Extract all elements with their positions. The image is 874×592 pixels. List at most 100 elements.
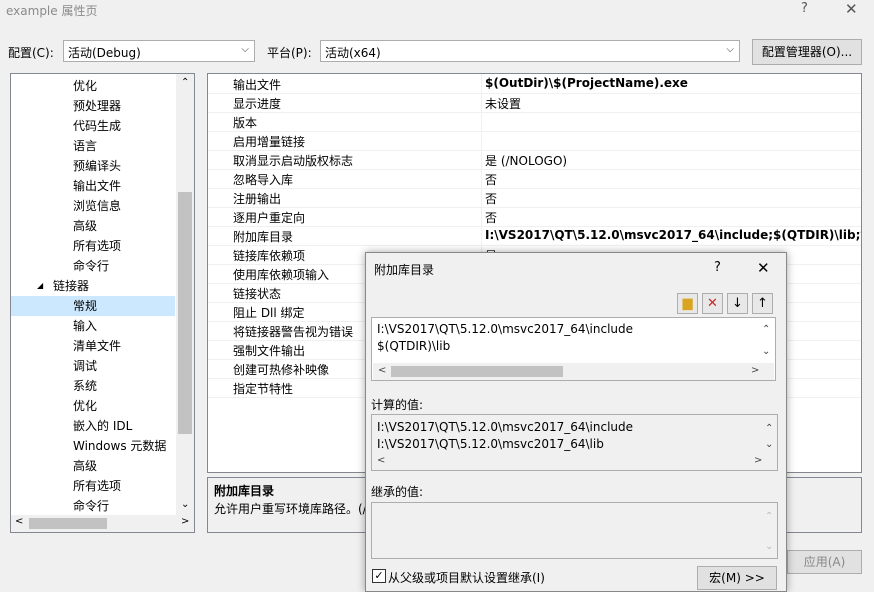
property-row[interactable]: 输出文件 $(OutDir)\$(ProjectName).exe: [208, 74, 861, 94]
tree-item-label: 预处理器: [73, 99, 122, 113]
property-value[interactable]: 是 (/NOLOGO): [485, 152, 567, 169]
tree-item-label: 优化: [73, 399, 98, 413]
tree-hscroll-thumb[interactable]: [29, 518, 107, 529]
scroll-down-icon[interactable]: ⌄: [765, 439, 773, 450]
tree-item[interactable]: 浏览信息: [11, 196, 175, 216]
scroll-right-icon[interactable]: >: [754, 455, 762, 466]
macro-button[interactable]: 宏(M) >>: [697, 566, 777, 590]
property-name: 显示进度: [233, 97, 282, 111]
scroll-right-icon[interactable]: >: [181, 516, 189, 527]
column-divider: [481, 188, 482, 207]
scroll-left-icon[interactable]: <: [15, 516, 23, 527]
scroll-down-icon[interactable]: ⌄: [181, 499, 189, 510]
scroll-left-icon[interactable]: <: [377, 455, 385, 466]
property-tree: 优化 预处理器 代码生成 语言 预编译头 输出文件 浏览信息 高级 所有选项 命令行 ◢ 链接器 常规输…: [10, 73, 195, 533]
scroll-up-icon[interactable]: ⌃: [181, 77, 189, 88]
window-title: example 属性页: [6, 4, 98, 18]
entries-list[interactable]: I:\VS2017\QT\5.12.0\msvc2017_64\include …: [371, 317, 776, 381]
tree-item[interactable]: 清单文件: [11, 336, 175, 356]
property-name: 忽略导入库: [233, 173, 294, 187]
tree-item-label: Windows 元数据: [73, 439, 167, 453]
scroll-up-icon[interactable]: ⌃: [762, 324, 770, 335]
computed-item: I:\VS2017\QT\5.12.0\msvc2017_64\lib: [377, 437, 604, 451]
tree-item[interactable]: 命令行: [11, 496, 175, 516]
tree-item[interactable]: ◢ 链接器: [11, 276, 175, 296]
property-name: 逐用户重定向: [233, 211, 306, 225]
tree-item-label: 高级: [73, 219, 98, 233]
move-up-icon[interactable]: ↑: [752, 293, 773, 314]
property-value[interactable]: 否: [485, 190, 497, 207]
tree-item[interactable]: 预编译头: [11, 156, 175, 176]
tree-vertical-scrollbar[interactable]: ⌃ ⌄: [176, 74, 194, 515]
property-row[interactable]: 逐用户重定向 否: [208, 207, 861, 227]
tree-item-label: 清单文件: [73, 339, 122, 353]
tree-scroll-thumb[interactable]: [178, 192, 192, 434]
config-dropdown[interactable]: 活动(Debug) ⌵: [63, 40, 255, 62]
entry-item[interactable]: $(QTDIR)\lib: [377, 339, 450, 353]
tree-horizontal-scrollbar[interactable]: < >: [11, 515, 194, 532]
scroll-down-icon: ⌄: [765, 541, 774, 552]
property-row[interactable]: 取消显示启动版权标志 是 (/NOLOGO): [208, 150, 861, 170]
computed-item: I:\VS2017\QT\5.12.0\msvc2017_64\include: [377, 420, 634, 434]
tree-item[interactable]: 调试: [11, 356, 175, 376]
tree-item-label: 所有选项: [73, 479, 122, 493]
tree-item[interactable]: 所有选项: [11, 236, 175, 256]
property-row[interactable]: 启用增量链接: [208, 131, 861, 151]
property-row[interactable]: 注册输出 否: [208, 188, 861, 208]
dialog-help-icon[interactable]: ?: [714, 260, 721, 275]
new-folder-icon[interactable]: ▆: [677, 293, 698, 314]
tree-item[interactable]: 命令行: [11, 256, 175, 276]
entries-hscrollbar[interactable]: < >: [373, 363, 774, 380]
scroll-up-icon[interactable]: ⌃: [765, 423, 773, 434]
delete-icon[interactable]: ✕: [702, 293, 723, 314]
tree-item[interactable]: 系统: [11, 376, 175, 396]
tree-item[interactable]: 预处理器: [11, 96, 175, 116]
move-down-icon[interactable]: ↓: [727, 293, 748, 314]
property-name: 启用增量链接: [233, 135, 306, 149]
description-title: 附加库目录: [214, 484, 275, 498]
additional-lib-dirs-dialog: 附加库目录 ? ✕ ▆ ✕ ↓ ↑ I:\VS2017\QT\5.12.0\ms…: [365, 252, 787, 592]
help-icon[interactable]: ?: [801, 1, 808, 16]
tree-item-label: 浏览信息: [73, 199, 122, 213]
scroll-up-icon: ⌃: [765, 511, 774, 522]
tree-item[interactable]: 代码生成: [11, 116, 175, 136]
tree-item[interactable]: 优化: [11, 396, 175, 416]
tree-item[interactable]: 输出文件: [11, 176, 175, 196]
property-value[interactable]: I:\VS2017\QT\5.12.0\msvc2017_64\include;…: [485, 228, 861, 242]
property-row[interactable]: 忽略导入库 否: [208, 169, 861, 189]
property-value[interactable]: 否: [485, 209, 497, 226]
property-value[interactable]: 否: [485, 171, 497, 188]
column-divider: [481, 207, 482, 226]
column-divider: [481, 226, 482, 245]
tree-item[interactable]: 嵌入的 IDL: [11, 416, 175, 436]
config-manager-button[interactable]: 配置管理器(O)...: [752, 39, 862, 65]
property-name: 附加库目录: [233, 230, 294, 244]
property-row[interactable]: 版本: [208, 112, 861, 132]
tree-item[interactable]: 语言: [11, 136, 175, 156]
inherit-checkbox[interactable]: ✓: [372, 569, 386, 583]
property-value[interactable]: $(OutDir)\$(ProjectName).exe: [485, 76, 688, 90]
entries-hscroll-thumb[interactable]: [391, 366, 563, 377]
tree-item[interactable]: 高级: [11, 216, 175, 236]
property-row[interactable]: 显示进度 未设置: [208, 93, 861, 113]
tree-item[interactable]: 优化: [11, 76, 175, 96]
expand-arrow-icon[interactable]: ◢: [37, 276, 43, 296]
platform-dropdown[interactable]: 活动(x64) ⌵: [320, 40, 740, 62]
dialog-close-icon[interactable]: ✕: [757, 259, 770, 277]
tree-item[interactable]: 所有选项: [11, 476, 175, 496]
tree-item[interactable]: 输入: [11, 316, 175, 336]
property-value[interactable]: 未设置: [485, 95, 521, 112]
scroll-right-icon[interactable]: >: [751, 365, 759, 376]
inherit-checkbox-label[interactable]: 从父级或项目默认设置继承(I): [388, 569, 545, 586]
apply-button[interactable]: 应用(A): [787, 550, 862, 574]
property-name: 使用库依赖项输入: [233, 268, 330, 282]
scroll-down-icon[interactable]: ⌄: [762, 346, 770, 357]
scroll-left-icon[interactable]: <: [378, 365, 386, 376]
tree-item-label: 输出文件: [73, 179, 122, 193]
close-icon[interactable]: ✕: [845, 0, 858, 18]
tree-item[interactable]: Windows 元数据: [11, 436, 175, 456]
entry-item[interactable]: I:\VS2017\QT\5.12.0\msvc2017_64\include: [377, 322, 633, 336]
property-row[interactable]: 附加库目录 I:\VS2017\QT\5.12.0\msvc2017_64\inc…: [208, 226, 861, 246]
tree-item[interactable]: 常规: [11, 296, 175, 316]
tree-item[interactable]: 高级: [11, 456, 175, 476]
